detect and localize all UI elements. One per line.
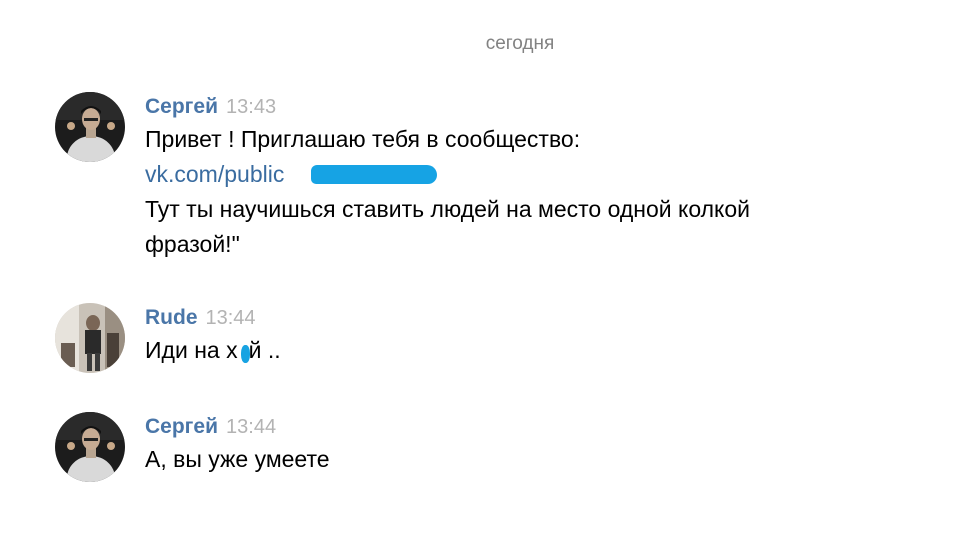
avatar-photo-icon (55, 412, 125, 482)
message-text-line: Привет ! Приглашаю тебя в сообщество: (145, 126, 581, 152)
message-time: 13:44 (226, 416, 277, 438)
message-text: А, вы уже умеете (145, 446, 330, 472)
message-time: 13:43 (226, 96, 277, 118)
message-text: Иди на х й .. (145, 333, 935, 368)
message-text-part: й .. (248, 337, 281, 363)
redaction-mark (311, 165, 437, 184)
date-separator: сегодня (485, 33, 555, 54)
censor-mark (241, 345, 250, 363)
message-text-line: фразой!" (145, 231, 240, 257)
message-text-line: Тут ты научишься ставить людей на место … (145, 196, 751, 222)
avatar-sergey[interactable] (55, 92, 125, 162)
avatar-photo-icon (55, 92, 125, 162)
avatar-sergey[interactable] (55, 412, 125, 482)
avatar-rude[interactable] (55, 303, 125, 373)
message-time: 13:44 (205, 307, 256, 329)
message-text-part: Иди на х (145, 337, 238, 363)
author-name[interactable]: Сергей (145, 95, 218, 118)
community-link[interactable]: vk.com/public (145, 161, 284, 187)
author-name[interactable]: Сергей (145, 415, 218, 438)
author-name[interactable]: Rude (145, 306, 198, 329)
avatar-photo-icon (55, 303, 125, 373)
message-link-line: vk.com/public (145, 157, 935, 192)
